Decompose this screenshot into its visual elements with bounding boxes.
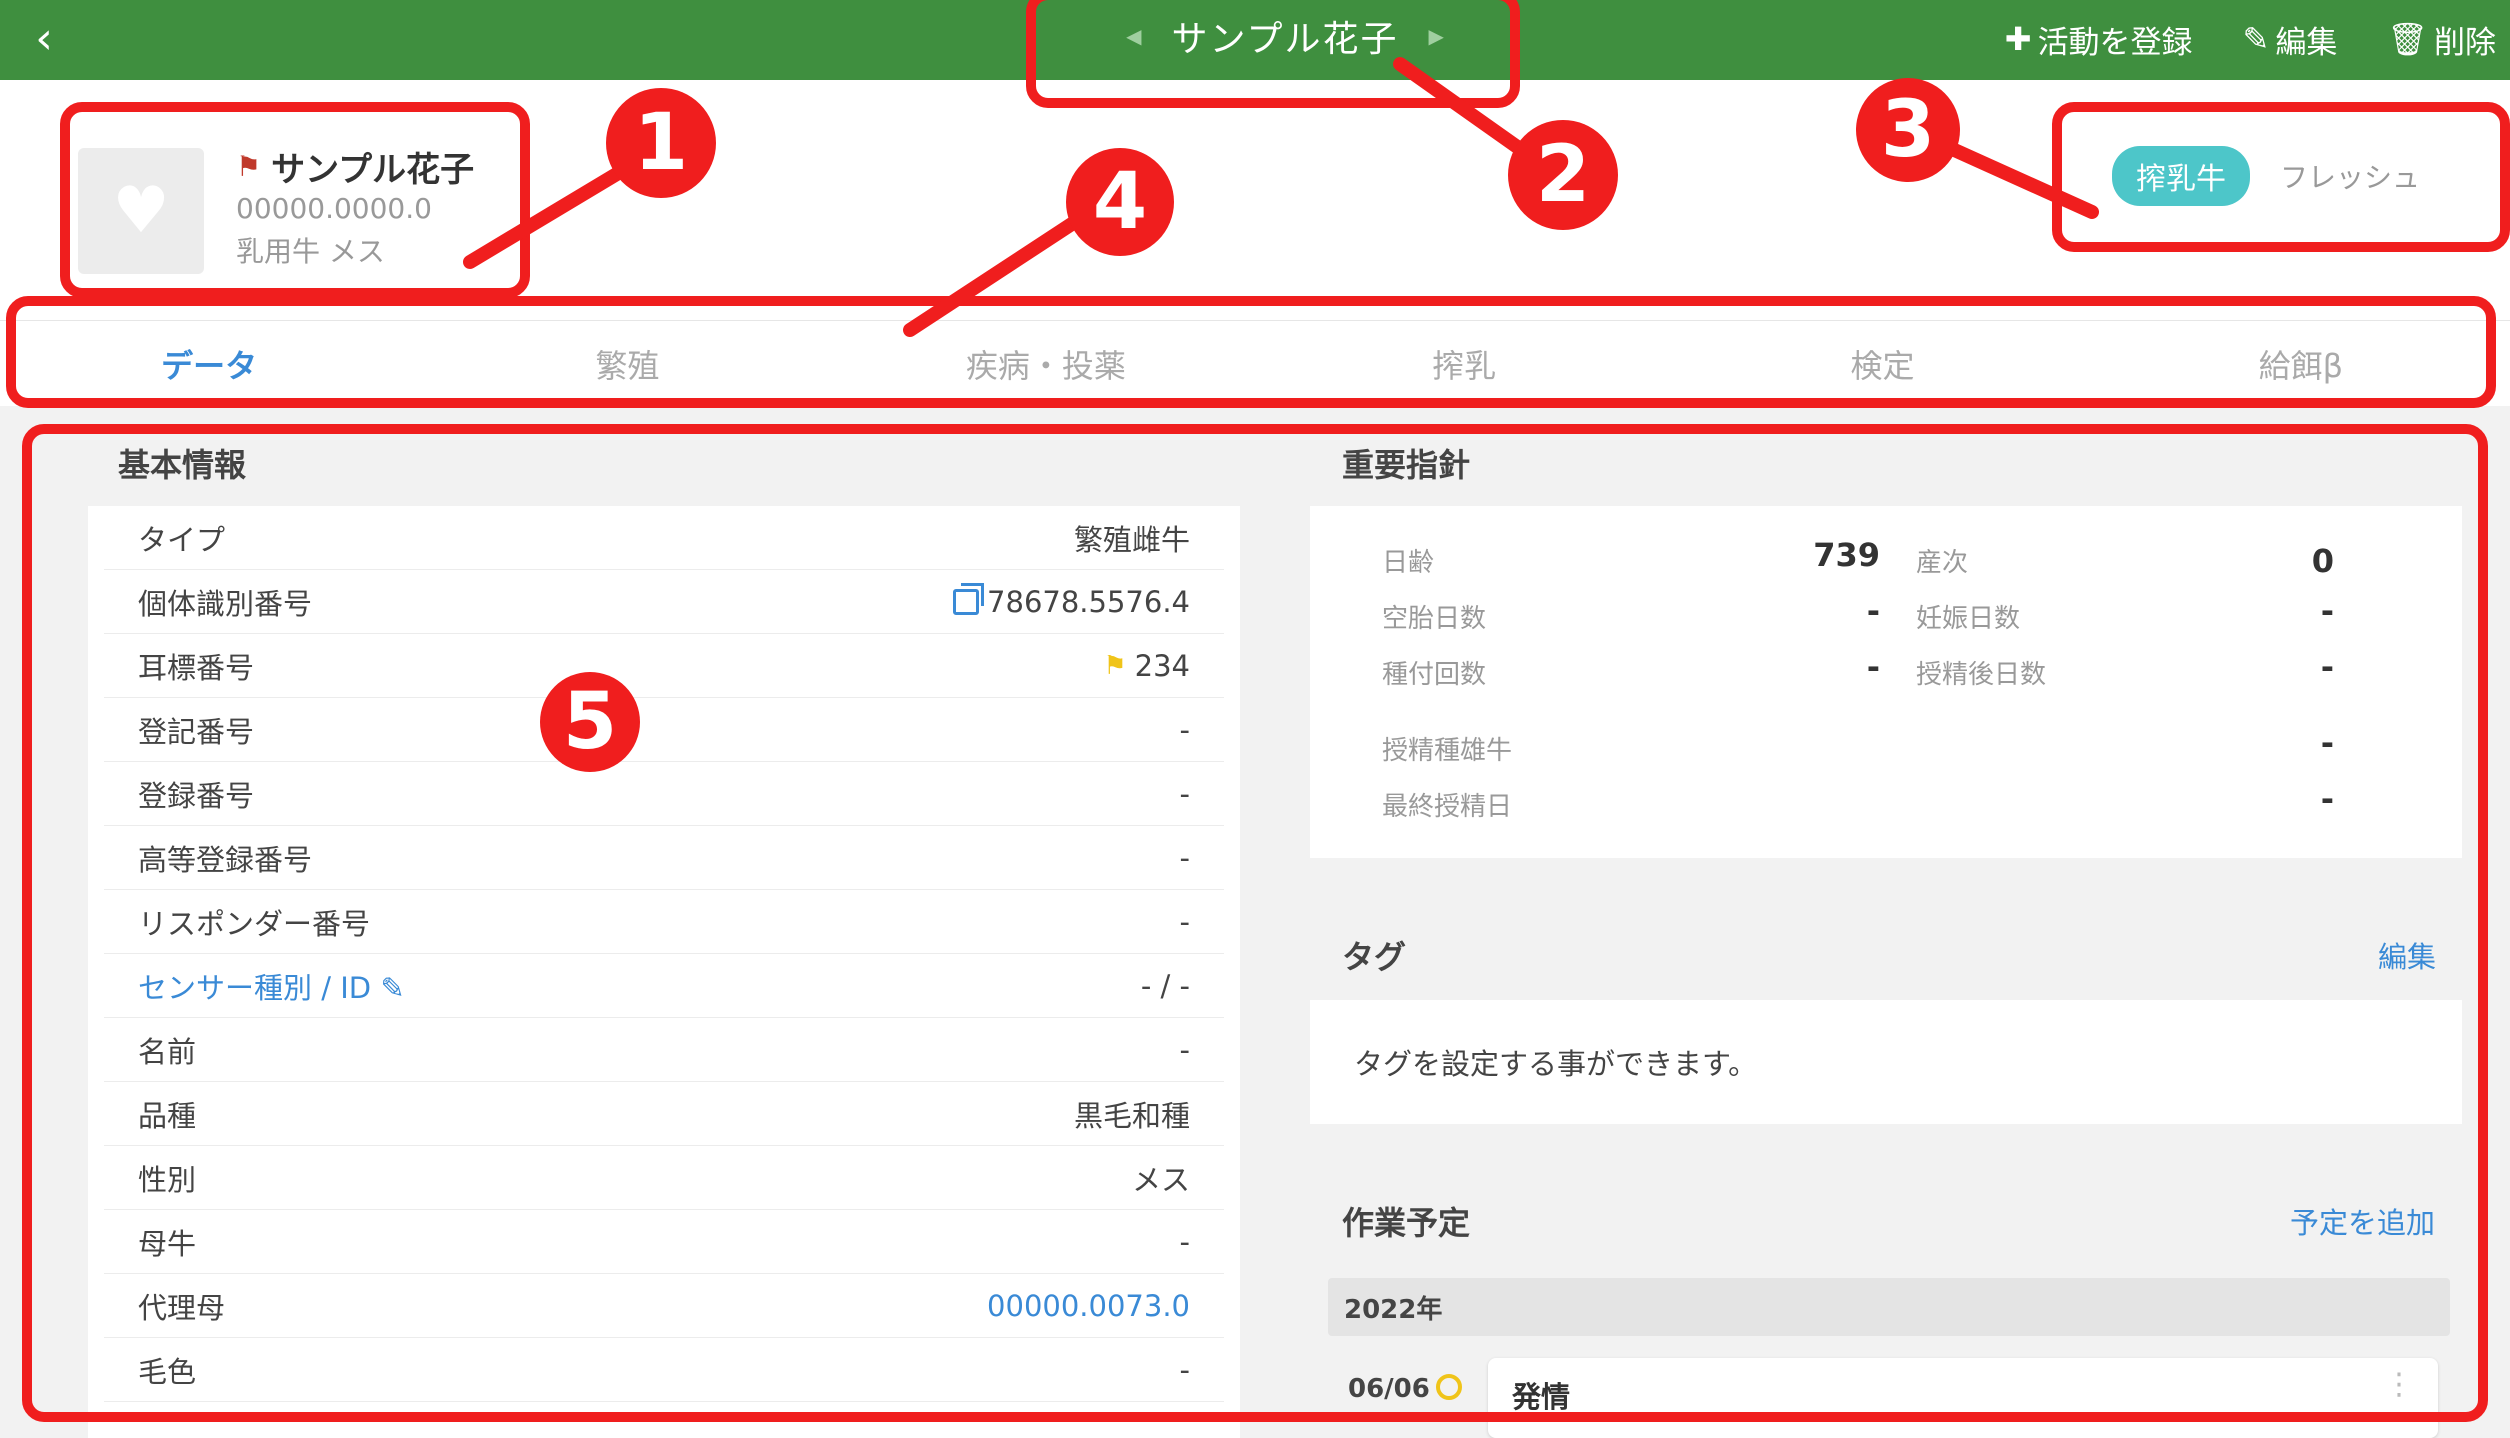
annotation-marker-2: 2 [1508, 120, 1618, 230]
annotation-marker-1: 1 [606, 88, 716, 198]
annotation-marker-3: 3 [1856, 78, 1960, 182]
annotation-marker-4: 4 [1066, 148, 1174, 256]
annotation-leader-lines [463, 57, 2099, 337]
annotation-marker-5: 5 [540, 672, 640, 772]
